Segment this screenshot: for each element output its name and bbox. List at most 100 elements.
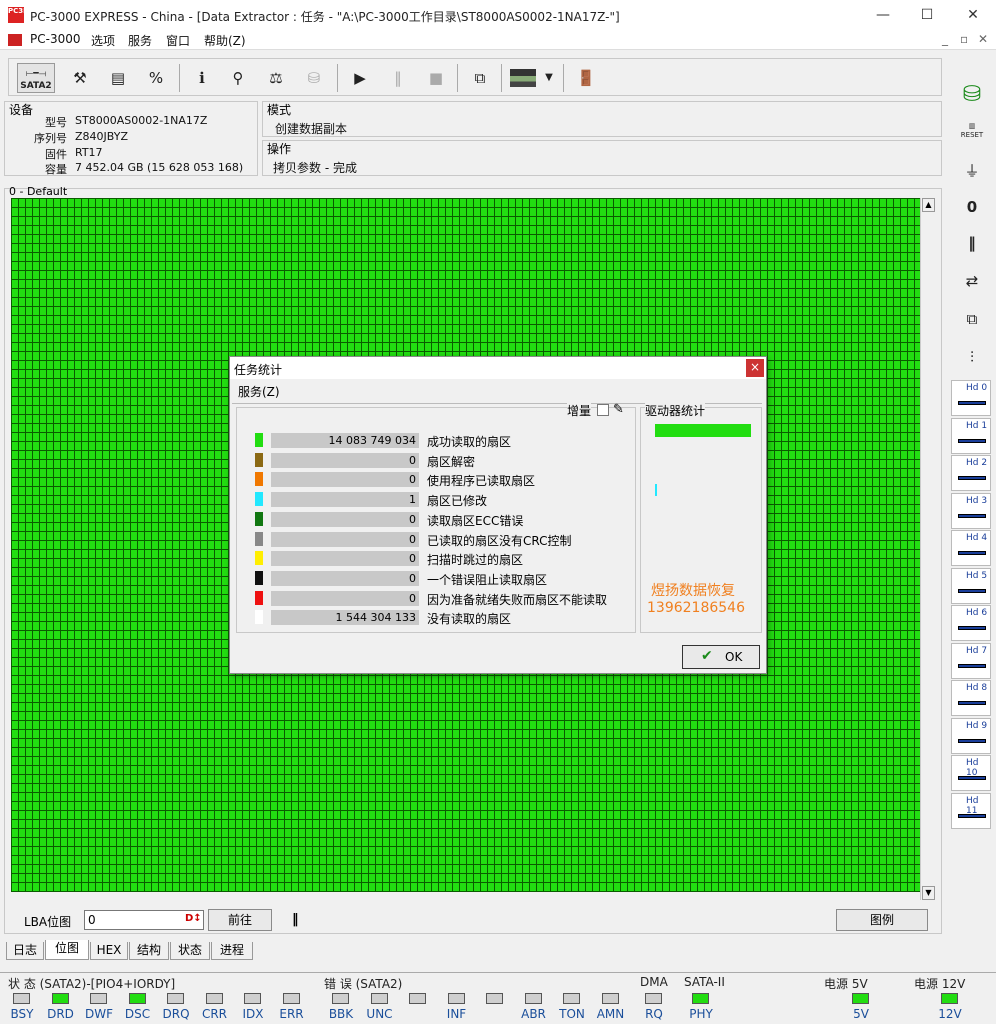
ok-label: OK [725, 650, 743, 664]
lba-spin-icon[interactable]: D↕ [185, 913, 202, 924]
dropdown-icon[interactable]: ▼ [539, 63, 559, 93]
firmware-value: RT17 [75, 146, 103, 159]
map-scrollbar[interactable]: ▲ ▼ [920, 198, 935, 900]
stat-value: 0 [271, 511, 419, 527]
disk-icon[interactable]: ⛁ [299, 63, 329, 93]
menu-service[interactable]: 服务 [128, 32, 152, 49]
transfer-icon[interactable]: ⇄ [953, 266, 991, 296]
hd-label: Hd 7 [966, 645, 988, 656]
stop-icon[interactable]: ■ [421, 63, 451, 93]
stat-swatch [255, 452, 263, 467]
error-bbk-label: BBK [328, 1007, 354, 1021]
scroll-down-icon[interactable]: ▼ [922, 886, 935, 900]
drive-stats-caption: 驱动器统计 [645, 402, 706, 419]
percent-icon[interactable]: % [141, 63, 171, 93]
increment-label: 增量 [567, 402, 592, 419]
hd-9-button[interactable]: Hd 9 [951, 717, 991, 754]
menu-pc3000[interactable]: PC-3000 [30, 32, 80, 46]
power-5v-label: 5V [853, 1007, 869, 1021]
legend-button[interactable]: 图例 [836, 909, 928, 931]
drive-stats-read-bar [655, 424, 751, 437]
capacity-label: 容量 [45, 163, 67, 176]
hd-4-button[interactable]: Hd 4 [951, 530, 991, 566]
tools-icon[interactable]: ⚒ [65, 63, 95, 93]
binoculars-icon[interactable]: ⚲ [223, 63, 253, 93]
mdi-restore-button[interactable]: ▫ [960, 32, 968, 46]
error-blank-led [486, 993, 503, 1004]
error-ton-led [563, 993, 580, 1004]
sata-caption: SATA-II [684, 975, 725, 989]
sata-phy-led [692, 993, 709, 1004]
drive-id-icon[interactable]: ▤ [103, 63, 133, 93]
error-abr-led [524, 993, 542, 1004]
tab-bitmap[interactable]: 位图 [45, 940, 89, 960]
hd-5-button[interactable]: Hd 5 [951, 567, 991, 604]
tab-status[interactable]: 状态 [170, 942, 210, 960]
hd-7-button[interactable]: Hd 7 [951, 642, 991, 679]
status-drq-label: DRQ [162, 1007, 190, 1021]
menu-options[interactable]: 选项 [91, 32, 115, 49]
dialog-menu-service[interactable]: 服务(Z) [238, 383, 280, 400]
pause-icon[interactable]: ‖ [383, 63, 413, 93]
status-drq-led [167, 993, 184, 1004]
menu-help[interactable]: 帮助(Z) [204, 32, 246, 49]
tab-process[interactable]: 进程 [211, 942, 253, 960]
ok-button[interactable]: ✔ OK [682, 645, 760, 669]
stat-value: 1 [271, 492, 419, 508]
tab-structure[interactable]: 结构 [129, 942, 169, 960]
stat-swatch [255, 492, 263, 507]
error-group-caption: 错 误 (SATA2) [324, 977, 403, 991]
zero-icon[interactable]: 0 [953, 192, 991, 222]
reset-button[interactable]: ▥ RESET [953, 118, 991, 148]
play-icon[interactable]: ▶ [345, 63, 375, 93]
dialog-close-button[interactable]: × [746, 359, 764, 377]
hd-connector-icon [958, 663, 986, 668]
dma-caption: DMA [640, 975, 668, 989]
status-group-caption: 状 态 (SATA2)-[PIO4+IORDY] [8, 977, 176, 991]
lba-pause-icon[interactable]: ‖ [292, 912, 299, 927]
go-button[interactable]: 前往 [208, 909, 272, 931]
sidebar-pause-icon[interactable]: ‖ [953, 228, 991, 258]
connector-icon[interactable]: ⫶ [953, 342, 991, 372]
hd-2-button[interactable]: Hd 2 [951, 455, 991, 491]
stat-label: 没有读取的扇区 [427, 612, 512, 627]
stat-swatch [255, 433, 263, 447]
hd-3-button[interactable]: Hd 3 [951, 492, 991, 529]
scroll-up-icon[interactable]: ▲ [922, 198, 935, 212]
tab-hex[interactable]: HEX [90, 942, 128, 960]
info-icon[interactable]: ℹ [187, 63, 217, 93]
exit-icon[interactable]: 🚪 [571, 63, 601, 93]
mdi-minimize-button[interactable]: _ [942, 32, 948, 46]
lba-input[interactable]: 0 D↕ [84, 910, 204, 930]
db-icon[interactable]: ⛁ [953, 80, 991, 110]
hd-10-button[interactable]: Hd 10 [951, 755, 991, 791]
brush-icon[interactable]: ✎ [613, 402, 624, 417]
sata-button[interactable]: ⟝━⟞ SATA2 [17, 63, 55, 93]
stat-value: 0 [271, 472, 419, 488]
power-icon[interactable]: ⏚ [953, 156, 991, 186]
dialog-title: 任务统计 [234, 363, 283, 377]
stat-swatch [255, 551, 263, 566]
tab-log[interactable]: 日志 [6, 942, 44, 960]
scale-icon[interactable]: ⚖ [261, 63, 291, 93]
image-icon[interactable] [509, 63, 537, 93]
menu-window[interactable]: 窗口 [166, 32, 190, 49]
copy-close-icon[interactable]: ⧉ [953, 304, 991, 334]
error-ton-label: TON [559, 1007, 585, 1021]
status-err-led [282, 993, 300, 1004]
error-abr-label: ABR [521, 1007, 546, 1021]
hd-8-button[interactable]: Hd 8 [951, 680, 991, 716]
maximize-button[interactable]: ☐ [916, 4, 938, 26]
hd-label: Hd 2 [966, 458, 988, 468]
mdi-close-button[interactable]: ✕ [978, 32, 988, 46]
increment-checkbox[interactable] [597, 404, 609, 416]
minimize-button[interactable]: — [872, 4, 894, 26]
capacity-value: 7 452.04 GB (15 628 053 168) [75, 161, 244, 174]
hd-0-button[interactable]: Hd 0 [951, 380, 991, 416]
copy-icon[interactable]: ⧉ [465, 63, 495, 93]
lba-label: LBA位图 [24, 915, 72, 929]
hd-6-button[interactable]: Hd 6 [951, 605, 991, 641]
hd-11-button[interactable]: Hd 11 [951, 792, 991, 829]
close-button[interactable]: ✕ [962, 4, 984, 26]
hd-1-button[interactable]: Hd 1 [951, 417, 991, 454]
